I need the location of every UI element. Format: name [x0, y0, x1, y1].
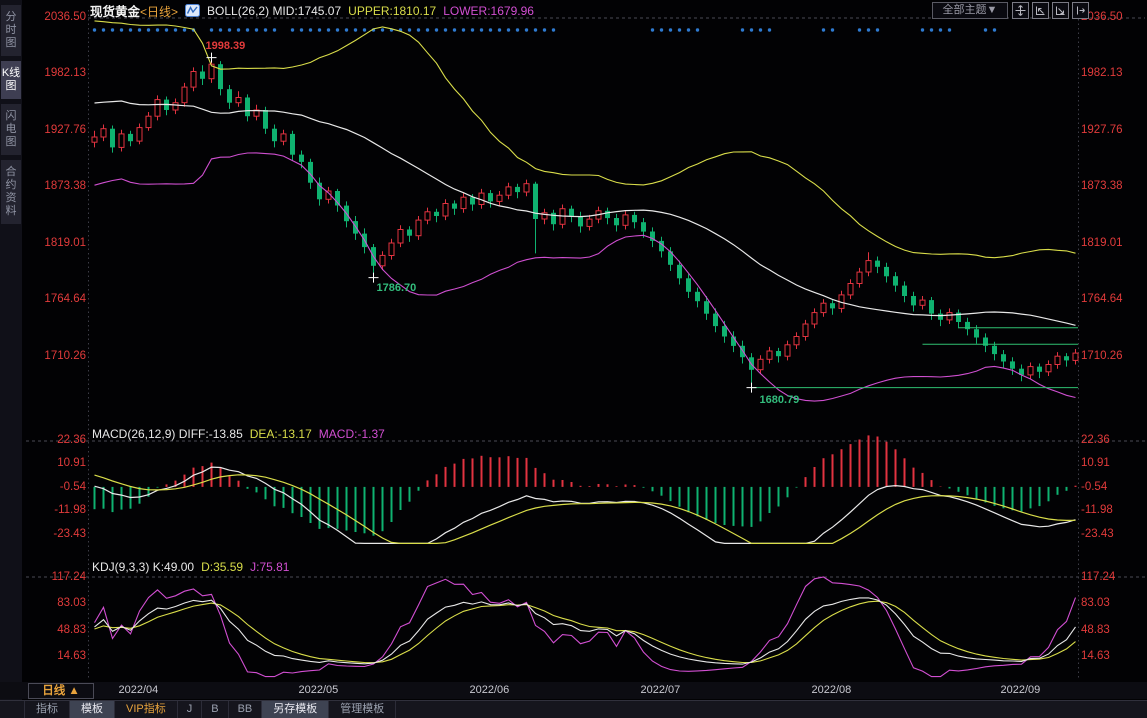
period-selector-button[interactable]: 日线 ▲	[28, 683, 94, 699]
kdj-title: KDJ(9,3,3) K:49.00	[92, 560, 194, 574]
macd-y-label: -11.98	[24, 504, 86, 516]
tab-manage-template[interactable]: 管理模板	[329, 701, 396, 718]
low-price-annotation: 1680.79	[760, 394, 800, 406]
boll-lower-value: LOWER:1679.96	[443, 4, 534, 18]
kdj-j-value: J:75.81	[250, 560, 289, 574]
kdj-y-label: 117.24	[24, 571, 86, 583]
main-y-label: 1982.13	[24, 67, 86, 79]
kdj-y-label: 14.63	[1081, 650, 1143, 662]
x-axis-date: 2022/09	[1001, 684, 1041, 696]
kdj-y-label: 83.03	[1081, 597, 1143, 609]
kdj-d-value: D:35.59	[201, 560, 243, 574]
main-chart-header: 现货黄金<日线> BOLL(26,2) MID:1745.07 UPPER:18…	[90, 1, 534, 20]
x-axis-date: 2022/08	[812, 684, 852, 696]
tab-bb[interactable]: BB	[229, 701, 263, 718]
chart-canvas[interactable]	[0, 0, 1147, 718]
low-price-annotation: 1786.70	[377, 282, 417, 294]
bottom-toolbar: 指标 模板 VIP指标 J B BB 另存模板 管理模板	[0, 700, 1147, 718]
macd-header: MACD(26,12,9) DIFF:-13.85 DEA:-13.17 MAC…	[92, 427, 385, 441]
main-y-label: 1927.76	[24, 124, 86, 136]
main-y-label: 1873.38	[1081, 180, 1143, 192]
zoom-axis-right-icon[interactable]	[1052, 2, 1069, 19]
macd-y-label: 22.36	[1081, 434, 1143, 446]
main-y-label: 1873.38	[24, 180, 86, 192]
main-y-label: 1819.01	[1081, 237, 1143, 249]
macd-y-label: -0.54	[1081, 481, 1143, 493]
main-y-label: 1710.26	[24, 350, 86, 362]
mini-chart-icon[interactable]	[185, 4, 200, 17]
kdj-y-label: 48.83	[24, 624, 86, 636]
main-y-label: 1764.64	[24, 293, 86, 305]
high-price-annotation: 1998.39	[206, 40, 246, 52]
main-y-label: 2036.50	[24, 11, 86, 23]
macd-y-label: -0.54	[24, 481, 86, 493]
tab-templates[interactable]: 模板	[70, 701, 115, 718]
kdj-header: KDJ(9,3,3) K:49.00 D:35.59 J:75.81	[92, 560, 289, 574]
macd-value: MACD:-1.37	[319, 427, 385, 441]
boll-indicator-label: BOLL(26,2) MID:1745.07	[207, 4, 341, 18]
tab-b[interactable]: B	[202, 701, 228, 718]
macd-y-label: 10.91	[1081, 457, 1143, 469]
x-axis-date: 2022/05	[299, 684, 339, 696]
period-tag: <日线>	[140, 5, 178, 19]
zoom-axis-left-icon[interactable]	[1032, 2, 1049, 19]
macd-y-label: 10.91	[24, 457, 86, 469]
expand-panel-icon[interactable]	[1072, 2, 1089, 19]
tab-save-template[interactable]: 另存模板	[262, 701, 329, 718]
main-y-label: 1764.64	[1081, 293, 1143, 305]
macd-y-label: 22.36	[24, 434, 86, 446]
x-axis-date: 2022/04	[119, 684, 159, 696]
macd-dea-value: DEA:-13.17	[250, 427, 312, 441]
pan-move-icon[interactable]	[1012, 2, 1029, 19]
macd-y-label: -23.43	[24, 528, 86, 540]
main-y-label: 1982.13	[1081, 67, 1143, 79]
x-axis-bar: 日线 ▲ 2022/04 2022/05 2022/06 2022/07 202…	[0, 682, 1147, 699]
kdj-y-label: 117.24	[1081, 571, 1143, 583]
x-axis-date: 2022/07	[641, 684, 681, 696]
x-axis-date: 2022/06	[470, 684, 510, 696]
chart-toolbar-icons	[1012, 2, 1089, 19]
tab-indicators[interactable]: 指标	[24, 701, 70, 718]
trading-app-window: 分时图 K线图 闪电图 合约资料 现货黄金<日线> BOLL(26,2) MID…	[0, 0, 1147, 718]
macd-y-label: -11.98	[1081, 504, 1143, 516]
main-y-label: 1927.76	[1081, 124, 1143, 136]
boll-upper-value: UPPER:1810.17	[348, 4, 436, 18]
macd-y-label: -23.43	[1081, 528, 1143, 540]
symbol-name: 现货黄金	[90, 5, 140, 19]
theme-dropdown[interactable]: 全部主题▼	[932, 2, 1008, 19]
kdj-y-label: 48.83	[1081, 624, 1143, 636]
main-y-label: 2036.50	[1081, 11, 1143, 23]
kdj-y-label: 14.63	[24, 650, 86, 662]
main-y-label: 1710.26	[1081, 350, 1143, 362]
kdj-y-label: 83.03	[24, 597, 86, 609]
macd-title: MACD(26,12,9) DIFF:-13.85	[92, 427, 243, 441]
tab-j[interactable]: J	[178, 701, 203, 718]
tab-vip-indicators[interactable]: VIP指标	[115, 701, 178, 718]
main-y-label: 1819.01	[24, 237, 86, 249]
